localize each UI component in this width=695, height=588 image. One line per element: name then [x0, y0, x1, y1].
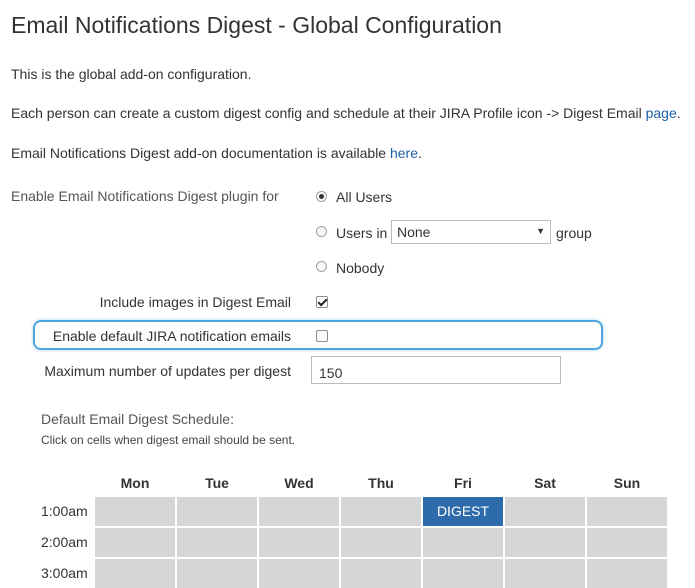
day-header-wed: Wed	[284, 475, 314, 491]
docs-text-end: .	[418, 145, 422, 161]
intro-text: This is the global add-on configuration.	[11, 66, 251, 82]
time-label: 3:00am	[41, 565, 88, 581]
schedule-cell-fri-1[interactable]	[423, 528, 503, 557]
include-images-label: Include images in Digest Email	[99, 294, 291, 310]
schedule-cell-tue-2[interactable]	[177, 559, 257, 588]
radio-nobody-label[interactable]: Nobody	[336, 260, 384, 276]
schedule-cell-mon-1[interactable]	[95, 528, 175, 557]
schedule-cell-mon-0[interactable]	[95, 497, 175, 526]
max-updates-label: Maximum number of updates per digest	[44, 363, 291, 379]
schedule-title: Default Email Digest Schedule:	[41, 411, 234, 427]
radio-all-users-label[interactable]: All Users	[336, 189, 392, 205]
group-select-value: None	[397, 224, 431, 240]
time-label: 1:00am	[41, 503, 88, 519]
radio-all-users[interactable]	[316, 191, 327, 202]
default-jira-notifications-checkbox[interactable]	[316, 330, 328, 342]
intro-text-content: This is the global add-on configuration.	[11, 66, 252, 82]
day-header-thu: Thu	[368, 475, 394, 491]
day-header-fri: Fri	[454, 475, 472, 491]
schedule-cell-sun-0[interactable]	[587, 497, 667, 526]
day-header-sun: Sun	[613, 475, 641, 491]
docs-text: Email Notifications Digest add-on docume…	[11, 145, 422, 161]
group-suffix-label: group	[556, 225, 592, 241]
schedule-cell-wed-1[interactable]	[259, 528, 339, 557]
schedule-cell-fri-0[interactable]: DIGEST	[423, 497, 503, 526]
schedule-cell-tue-0[interactable]	[177, 497, 257, 526]
day-header-tue: Tue	[205, 475, 229, 491]
profile-text-content: Each person can create a custom digest c…	[11, 105, 646, 121]
schedule-cell-thu-2[interactable]	[341, 559, 421, 588]
schedule-cell-sun-1[interactable]	[587, 528, 667, 557]
schedule-cell-thu-0[interactable]	[341, 497, 421, 526]
schedule-cell-fri-2[interactable]	[423, 559, 503, 588]
schedule-cell-wed-0[interactable]	[259, 497, 339, 526]
schedule-cell-sat-1[interactable]	[505, 528, 585, 557]
max-updates-input[interactable]	[311, 356, 561, 384]
group-select[interactable]: None ▼	[391, 220, 551, 244]
profile-text: Each person can create a custom digest c…	[11, 105, 681, 121]
schedule-cell-wed-2[interactable]	[259, 559, 339, 588]
profile-page-link[interactable]: page	[646, 105, 677, 121]
include-images-checkbox[interactable]	[316, 296, 328, 308]
schedule-hint: Click on cells when digest email should …	[41, 433, 296, 447]
schedule-cell-tue-1[interactable]	[177, 528, 257, 557]
enable-plugin-label: Enable Email Notifications Digest plugin…	[11, 188, 279, 204]
day-header-sat: Sat	[534, 475, 556, 491]
page-title: Email Notifications Digest - Global Conf…	[11, 12, 502, 38]
radio-nobody[interactable]	[316, 261, 327, 272]
dropdown-arrow-icon: ▼	[536, 226, 545, 236]
docs-text-content: Email Notifications Digest add-on docume…	[11, 145, 390, 161]
radio-users-in-label[interactable]: Users in	[336, 225, 387, 241]
schedule-cell-sat-2[interactable]	[505, 559, 585, 588]
time-label: 2:00am	[41, 534, 88, 550]
profile-text-end: .	[676, 105, 681, 121]
schedule-cell-thu-1[interactable]	[341, 528, 421, 557]
default-jira-notifications-label: Enable default JIRA notification emails	[52, 328, 291, 344]
docs-link[interactable]: here	[390, 145, 418, 161]
radio-users-in-group[interactable]	[316, 226, 327, 237]
schedule-cell-sat-0[interactable]	[505, 497, 585, 526]
day-header-mon: Mon	[120, 475, 150, 491]
schedule-cell-sun-2[interactable]	[587, 559, 667, 588]
schedule-cell-mon-2[interactable]	[95, 559, 175, 588]
